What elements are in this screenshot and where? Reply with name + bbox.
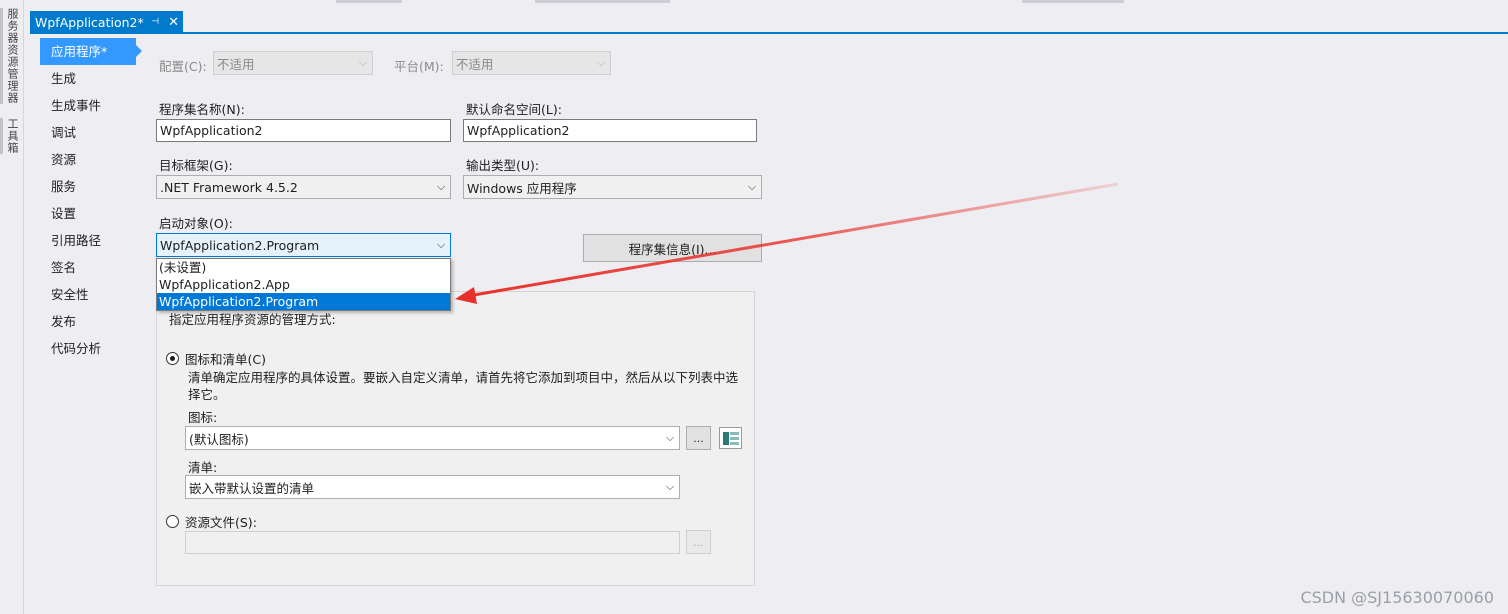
toolbar-remnant xyxy=(1022,0,1124,3)
toolbox-tab[interactable]: 工具箱 xyxy=(0,118,20,154)
side-toolwindow-strip: 服务器资源管理器 工具箱 xyxy=(0,0,24,614)
nav-item-code-analysis[interactable]: 代码分析 xyxy=(40,335,136,362)
config-select: 不适用 ⌵ xyxy=(213,51,373,75)
toolbar-remnant xyxy=(535,0,670,3)
output-type-value: Windows 应用程序 xyxy=(467,180,577,196)
nav-item-debug[interactable]: 调试 xyxy=(40,119,136,146)
chevron-down-icon: ⌵ xyxy=(665,480,675,493)
platform-label: 平台(M): xyxy=(394,59,444,74)
pin-icon[interactable]: ⊣ xyxy=(151,17,159,27)
target-framework-select[interactable]: .NET Framework 4.5.2 ⌵ xyxy=(156,175,451,199)
nav-item-application[interactable]: 应用程序* xyxy=(40,38,142,65)
target-framework-label: 目标框架(G): xyxy=(159,158,233,173)
radio-unselected-icon[interactable] xyxy=(166,515,179,528)
resource-file-radio[interactable]: 资源文件(S): xyxy=(166,512,257,531)
resource-file-radio-label: 资源文件(S): xyxy=(185,515,257,530)
manifest-select[interactable]: 嵌入带默认设置的清单 ⌵ xyxy=(185,475,680,499)
nav-item-build[interactable]: 生成 xyxy=(40,65,136,92)
nav-item-publish[interactable]: 发布 xyxy=(40,308,136,335)
nav-item-services[interactable]: 服务 xyxy=(40,173,136,200)
chevron-down-icon: ⌵ xyxy=(436,180,446,193)
manifest-value: 嵌入带默认设置的清单 xyxy=(189,480,315,496)
nav-item-build-events[interactable]: 生成事件 xyxy=(40,92,136,119)
nav-item-resources[interactable]: 资源 xyxy=(40,146,136,173)
annotation-arrow-line xyxy=(467,182,1119,298)
close-icon[interactable]: ✕ xyxy=(168,15,179,30)
icon-select[interactable]: (默认图标) ⌵ xyxy=(185,426,680,450)
dropdown-option[interactable]: (未设置) xyxy=(157,259,450,276)
dropdown-option[interactable]: WpfApplication2.App xyxy=(157,276,450,293)
startup-object-label: 启动对象(O): xyxy=(159,216,233,231)
config-label: 配置(C): xyxy=(159,59,207,74)
toolbar-remnant xyxy=(336,0,402,3)
nav-item-settings[interactable]: 设置 xyxy=(40,200,136,227)
tab-underline xyxy=(30,32,1508,34)
output-type-label: 输出类型(U): xyxy=(466,158,540,173)
server-explorer-tab[interactable]: 服务器资源管理器 xyxy=(0,8,20,104)
assembly-info-button[interactable]: 程序集信息(I)... xyxy=(583,234,762,262)
default-namespace-input[interactable]: WpfApplication2 xyxy=(463,119,757,142)
chevron-down-icon: ⌵ xyxy=(665,431,675,444)
property-nav: 应用程序* 生成 生成事件 调试 资源 服务 设置 引用路径 签名 安全性 发布… xyxy=(40,38,142,362)
startup-object-dropdown: (未设置) WpfApplication2.App WpfApplication… xyxy=(156,258,451,311)
icon-manifest-radio[interactable]: 图标和清单(C) xyxy=(166,349,266,368)
target-framework-value: .NET Framework 4.5.2 xyxy=(160,179,298,195)
output-type-select[interactable]: Windows 应用程序 ⌵ xyxy=(463,175,762,199)
platform-select: 不适用 ⌵ xyxy=(452,51,611,75)
icon-browse-button[interactable]: ... xyxy=(686,426,711,450)
document-tab-title: WpfApplication2* xyxy=(35,14,144,30)
manifest-description: 清单确定应用程序的具体设置。要嵌入自定义清单，请首先将它添加到项目中，然后从以下… xyxy=(188,370,739,402)
nav-item-security[interactable]: 安全性 xyxy=(40,281,136,308)
config-value: 不适用 xyxy=(217,56,255,72)
nav-item-reference-paths[interactable]: 引用路径 xyxy=(40,227,136,254)
resource-file-input xyxy=(185,531,680,554)
radio-selected-icon[interactable] xyxy=(166,352,179,365)
chevron-down-icon: ⌵ xyxy=(358,56,368,69)
icon-label: 图标: xyxy=(188,410,218,425)
chevron-down-icon: ⌵ xyxy=(596,56,606,69)
assembly-name-label: 程序集名称(N): xyxy=(159,102,245,117)
document-tab[interactable]: WpfApplication2* ⊣ ✕ xyxy=(30,11,183,33)
dropdown-option-selected[interactable]: WpfApplication2.Program xyxy=(157,293,450,310)
chevron-down-icon: ⌵ xyxy=(747,180,757,193)
startup-object-select[interactable]: WpfApplication2.Program ⌵ xyxy=(156,233,451,257)
platform-value: 不适用 xyxy=(456,56,494,72)
watermark: CSDN @SJ15630070060 xyxy=(1300,588,1494,607)
icon-manifest-radio-label: 图标和清单(C) xyxy=(185,352,266,367)
icon-value: (默认图标) xyxy=(189,431,249,447)
startup-object-value: WpfApplication2.Program xyxy=(160,237,320,253)
manifest-label: 清单: xyxy=(188,460,218,475)
chevron-down-icon: ⌵ xyxy=(436,238,446,251)
assembly-name-input[interactable]: WpfApplication2 xyxy=(156,119,451,142)
default-namespace-label: 默认命名空间(L): xyxy=(466,102,562,117)
nav-item-signing[interactable]: 签名 xyxy=(40,254,136,281)
app-icon-preview-icon xyxy=(719,427,742,449)
resources-caption: 指定应用程序资源的管理方式: xyxy=(169,312,336,327)
resource-file-browse-button: ... xyxy=(686,530,711,554)
